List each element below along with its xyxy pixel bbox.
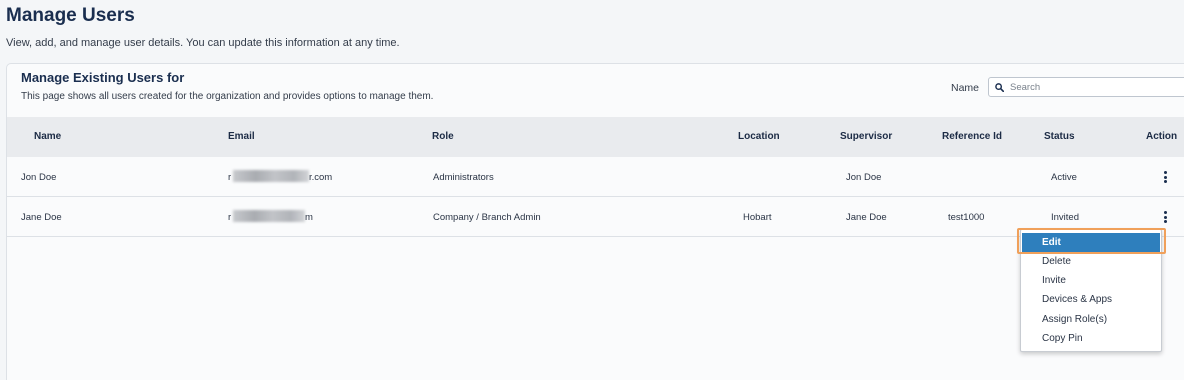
column-header-status[interactable]: Status [1044, 131, 1075, 142]
table-row[interactable]: Jane Doe r m Company / Branch Admin Hoba… [7, 197, 1184, 237]
column-header-email[interactable]: Email [228, 131, 255, 142]
column-header-location[interactable]: Location [738, 131, 780, 142]
search-input[interactable] [1010, 81, 1180, 93]
cell-email-prefix: r [228, 172, 232, 183]
cell-name: Jane Doe [21, 212, 62, 223]
menu-item-invite[interactable]: Invite [1022, 271, 1160, 290]
menu-item-copy-pin[interactable]: Copy Pin [1022, 329, 1160, 348]
search-field[interactable] [988, 77, 1184, 97]
column-header-supervisor[interactable]: Supervisor [840, 131, 892, 142]
column-header-reference-id[interactable]: Reference Id [942, 131, 1002, 142]
cell-status: Invited [1051, 212, 1079, 223]
cell-role: Administrators [433, 172, 494, 183]
menu-item-devices-apps[interactable]: Devices & Apps [1022, 290, 1160, 309]
card-title: Manage Existing Users for [21, 70, 185, 85]
menu-item-delete[interactable]: Delete [1022, 252, 1160, 271]
redacted-email [233, 210, 305, 222]
cell-supervisor: Jane Doe [846, 212, 887, 223]
cell-email-prefix: r [228, 212, 232, 223]
cell-email-suffix: m [305, 212, 313, 223]
table-row[interactable]: Jon Doe r r.com Administrators Jon Doe A… [7, 157, 1184, 197]
table-header: Name Email Role Location Supervisor Refe… [7, 117, 1184, 157]
menu-item-assign-roles[interactable]: Assign Role(s) [1022, 310, 1160, 329]
column-header-role[interactable]: Role [432, 131, 454, 142]
cell-role: Company / Branch Admin [433, 212, 541, 223]
redacted-email [233, 170, 309, 182]
cell-email-suffix: r.com [309, 172, 333, 183]
search-icon [995, 82, 1004, 92]
cell-reference-id: test1000 [948, 212, 985, 223]
manage-users-card: Manage Existing Users for This page show… [6, 63, 1184, 380]
page-subtitle: View, add, and manage user details. You … [6, 37, 400, 49]
column-header-name[interactable]: Name [34, 131, 61, 142]
action-dropdown-menu: Edit Delete Invite Devices & Apps Assign… [1020, 229, 1162, 352]
name-filter-label: Name [951, 82, 980, 94]
column-header-action: Action [1146, 131, 1178, 142]
row-action-menu-icon[interactable] [1159, 209, 1171, 225]
row-action-menu-icon[interactable] [1159, 169, 1171, 185]
page-title: Manage Users [6, 5, 135, 26]
cell-status: Active [1051, 172, 1077, 183]
cell-name: Jon Doe [21, 172, 57, 183]
menu-item-edit[interactable]: Edit [1022, 233, 1160, 252]
cell-supervisor: Jon Doe [846, 172, 882, 183]
card-description: This page shows all users created for th… [21, 91, 434, 102]
cell-location: Hobart [743, 212, 772, 223]
